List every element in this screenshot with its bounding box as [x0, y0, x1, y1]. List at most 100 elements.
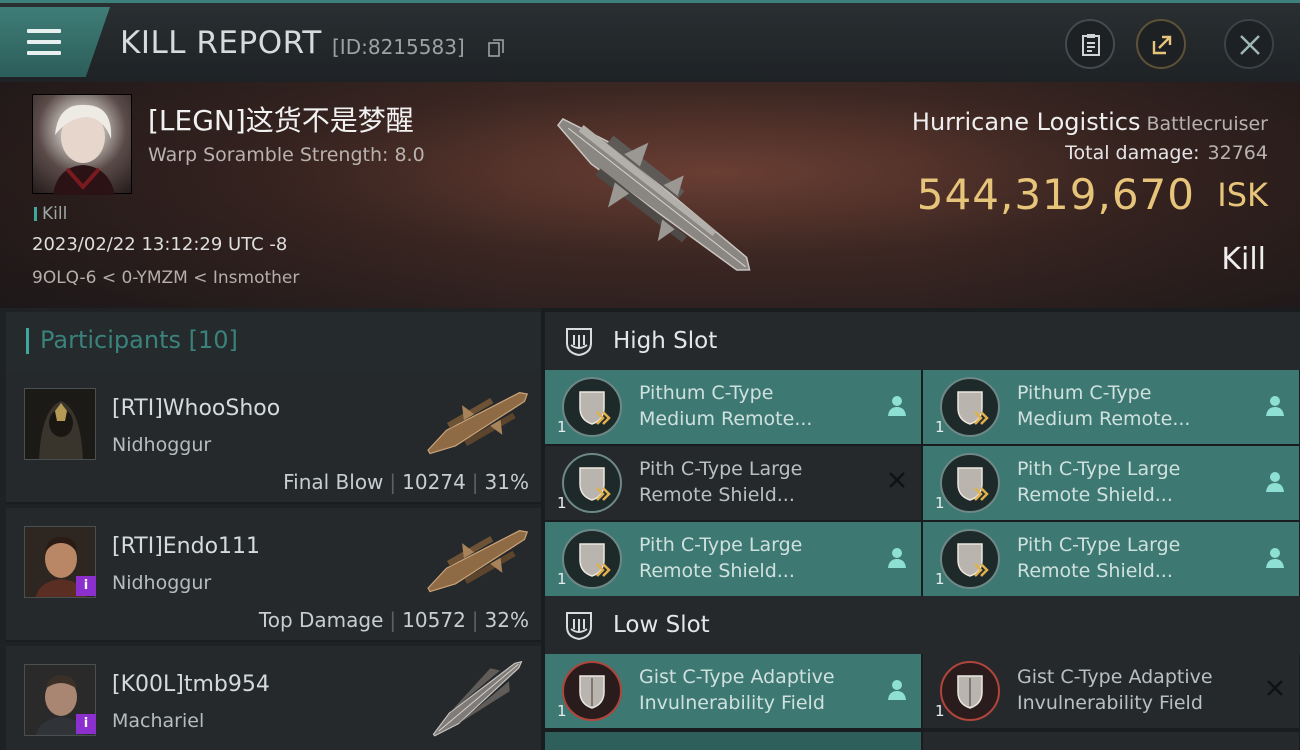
isk-unit: ISK — [1217, 176, 1268, 214]
module-name: Gist C-Type Adaptive Invulnerability Fiel… — [1017, 664, 1213, 716]
isk-value: 544,319,670 — [916, 170, 1195, 219]
copy-icon[interactable] — [488, 39, 504, 57]
dropped-person-icon — [888, 396, 906, 416]
clipboard-button[interactable] — [1065, 19, 1115, 69]
module-name-line1: Pith C-Type Large — [639, 458, 803, 480]
participant-name: [K00L]tmb954 — [112, 672, 270, 697]
shield-booster-icon — [562, 377, 622, 437]
close-icon — [1240, 35, 1260, 55]
participant-ship: Machariel — [112, 710, 205, 732]
module-card[interactable]: 1 Pith C-Type Large Remote Shield... — [923, 522, 1299, 596]
participant-damage: 10274 — [402, 470, 466, 494]
shield-booster-icon — [940, 529, 1000, 589]
victim-ship[interactable]: Hurricane Logistics Battlecruiser — [912, 108, 1268, 136]
module-name-line1: Pith C-Type Large — [639, 534, 803, 556]
module-card[interactable]: 1 Pithum C-Type Medium Remote... — [923, 370, 1299, 444]
dropped-person-icon — [1266, 472, 1284, 492]
dropped-person-icon — [888, 548, 906, 568]
module-card-partial[interactable] — [545, 732, 921, 750]
module-name-line2: Medium Remote... — [639, 408, 813, 430]
module-name: Pith C-Type Large Remote Shield... — [639, 456, 802, 508]
module-card[interactable]: 1 Pith C-Type Large Remote Shield... — [923, 446, 1299, 520]
module-name-line1: Gist C-Type Adaptive — [1017, 666, 1213, 688]
fitting-panel: High Slot 1 Pithum C-Type Medium Remote..… — [541, 308, 1300, 750]
participant-ship: Nidhoggur — [112, 572, 212, 594]
module-card[interactable]: 1 Pith C-Type Large Remote Shield... — [545, 522, 921, 596]
victim-name[interactable]: [LEGN]这货不是梦醒 — [148, 99, 414, 139]
ship-class: Battlecruiser — [1146, 113, 1268, 135]
participant-row[interactable]: i [K00L]tmb954 Machariel — [6, 646, 541, 750]
module-name: Gist C-Type Adaptive Invulnerability Fiel… — [639, 664, 835, 716]
module-name-line2: Remote Shield... — [1017, 484, 1173, 506]
module-name-line2: Invulnerability Field — [1017, 692, 1203, 714]
participant-tag: Top Damage — [258, 608, 384, 632]
module-name-line1: Gist C-Type Adaptive — [639, 666, 835, 688]
info-badge[interactable]: i — [76, 576, 96, 596]
share-icon — [1152, 35, 1172, 55]
victim-ship-image — [557, 118, 751, 271]
kill-location[interactable]: 9OLQ-6 < 0-YMZM < Insmother — [32, 268, 299, 288]
menu-button[interactable] — [0, 7, 110, 77]
module-name-line2: Medium Remote... — [1017, 408, 1191, 430]
module-card[interactable]: 1 Gist C-Type Adaptive Invulnerability Fi… — [545, 654, 921, 728]
module-name: Pith C-Type Large Remote Shield... — [639, 532, 802, 584]
module-quantity: 1 — [935, 494, 945, 512]
shield-booster-icon — [562, 453, 622, 513]
destroyed-x-icon — [1267, 680, 1283, 696]
module-card[interactable]: 1 Gist C-Type Adaptive Invulnerability Fi… — [923, 654, 1299, 728]
module-quantity: 1 — [935, 702, 945, 720]
kill-tag: Kill — [34, 204, 67, 224]
module-name-line2: Remote Shield... — [1017, 560, 1173, 582]
participant-stats: Top Damage | 10572 | 32% — [258, 608, 529, 632]
warp-scramble-strength: Warp Soramble Strength: 8.0 — [148, 144, 425, 166]
participant-percent: 31% — [484, 470, 529, 494]
participant-row[interactable]: i [RTI]Endo111 Nidhoggur Top Damage | 1057… — [6, 508, 541, 642]
module-card[interactable]: 1 Pith C-Type Large Remote Shield... — [545, 446, 921, 520]
kill-banner: [LEGN]这货不是梦醒 Warp Soramble Strength: 8.0… — [0, 82, 1300, 308]
dropped-person-icon — [1266, 396, 1284, 416]
module-name-line1: Pithum C-Type — [1017, 382, 1152, 404]
invulnerability-field-icon — [562, 661, 622, 721]
participant-ship-image — [427, 392, 529, 455]
shield-booster-icon — [940, 377, 1000, 437]
participant-row[interactable]: [RTI]WhooShoo Nidhoggur Final Blow | 10274… — [6, 370, 541, 504]
high-slot-icon — [566, 328, 592, 357]
avatar[interactable] — [24, 388, 96, 460]
participants-label: Participants [10] — [40, 326, 238, 354]
participant-stats: Final Blow | 10274 | 31% — [283, 470, 529, 494]
report-id: [ID:8215583] — [332, 35, 465, 59]
module-name-line1: Pithum C-Type — [639, 382, 774, 404]
destroyed-x-icon — [889, 472, 905, 488]
page-title: KILL REPORT — [120, 25, 322, 61]
module-name-line1: Pith C-Type Large — [1017, 534, 1181, 556]
high-slot-header: High Slot — [545, 312, 1300, 370]
dropped-person-icon — [1266, 548, 1284, 568]
kill-result: Kill — [1221, 242, 1266, 277]
low-slot-header: Low Slot — [545, 596, 1300, 654]
hamburger-icon — [27, 29, 61, 62]
participant-ship-image — [427, 530, 529, 593]
low-slot-icon — [566, 612, 592, 641]
invulnerability-field-icon — [940, 661, 1000, 721]
total-damage-label: Total damage: — [1065, 142, 1200, 164]
participant-tag: Final Blow — [283, 470, 384, 494]
close-button[interactable] — [1224, 19, 1274, 69]
module-card[interactable]: 1 Pithum C-Type Medium Remote... — [545, 370, 921, 444]
participants-panel: Participants [10] [RTI]WhooShoo Nidhoggu… — [0, 308, 541, 750]
module-name: Pithum C-Type Medium Remote... — [639, 380, 812, 432]
participant-ship-image — [432, 660, 523, 737]
module-name-line2: Remote Shield... — [639, 560, 795, 582]
module-quantity: 1 — [557, 494, 567, 512]
high-slot-label: High Slot — [613, 328, 718, 354]
victim-portrait[interactable] — [32, 94, 132, 195]
kill-datetime: 2023/02/22 13:12:29 UTC -8 — [32, 234, 288, 255]
info-badge[interactable]: i — [76, 714, 96, 734]
participants-header[interactable]: Participants [10] — [6, 312, 541, 370]
share-button[interactable] — [1136, 19, 1186, 69]
clipboard-icon — [1082, 34, 1100, 56]
low-slot-label: Low Slot — [613, 612, 710, 638]
module-card-partial[interactable] — [923, 732, 1299, 750]
participant-percent: 32% — [484, 608, 529, 632]
module-name-line2: Invulnerability Field — [639, 692, 825, 714]
accent-bar — [26, 328, 29, 354]
